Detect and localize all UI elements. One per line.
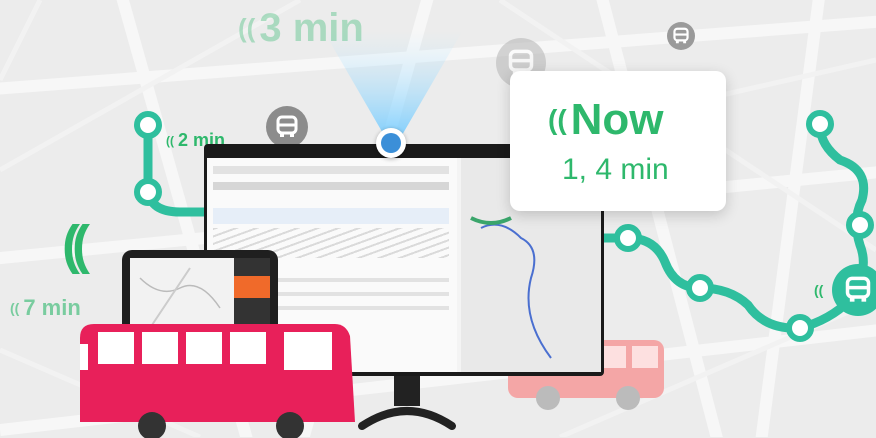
- eta-label-top: (( 3 min: [238, 6, 364, 50]
- signal-wave-icon: ((: [548, 104, 567, 135]
- popup-primary: (( Now: [548, 95, 664, 144]
- signal-wave-icon: ((: [62, 215, 90, 275]
- bus-icon: [673, 27, 689, 44]
- route-stop: [846, 211, 874, 239]
- arrival-popup[interactable]: (( Now 1, 4 min: [510, 71, 726, 211]
- location-dot-icon: [376, 128, 406, 158]
- bus-stop-pin[interactable]: [266, 106, 308, 148]
- popup-secondary: 1, 4 min: [562, 153, 669, 186]
- route-stop: [806, 110, 834, 138]
- route-stop: [134, 111, 162, 139]
- bus-illustration-foreground: [80, 324, 355, 438]
- signal-wave-icon: ((: [10, 300, 20, 316]
- bus-icon: [845, 276, 871, 302]
- route-stop: [614, 224, 642, 252]
- route-stop: [786, 314, 814, 342]
- signal-wave-icon: ((: [814, 282, 824, 298]
- signal-wave-icon: ((: [166, 133, 174, 148]
- eta-label-left-lower: (( 7 min: [10, 295, 81, 320]
- signal-wave-icon: ((: [238, 13, 256, 43]
- bus-stop-pin[interactable]: [667, 22, 695, 50]
- route-stop: [686, 274, 714, 302]
- live-bus-pin[interactable]: [832, 264, 876, 316]
- route-stop: [134, 178, 162, 206]
- bus-icon: [276, 115, 298, 137]
- monitor-stand: [358, 376, 456, 430]
